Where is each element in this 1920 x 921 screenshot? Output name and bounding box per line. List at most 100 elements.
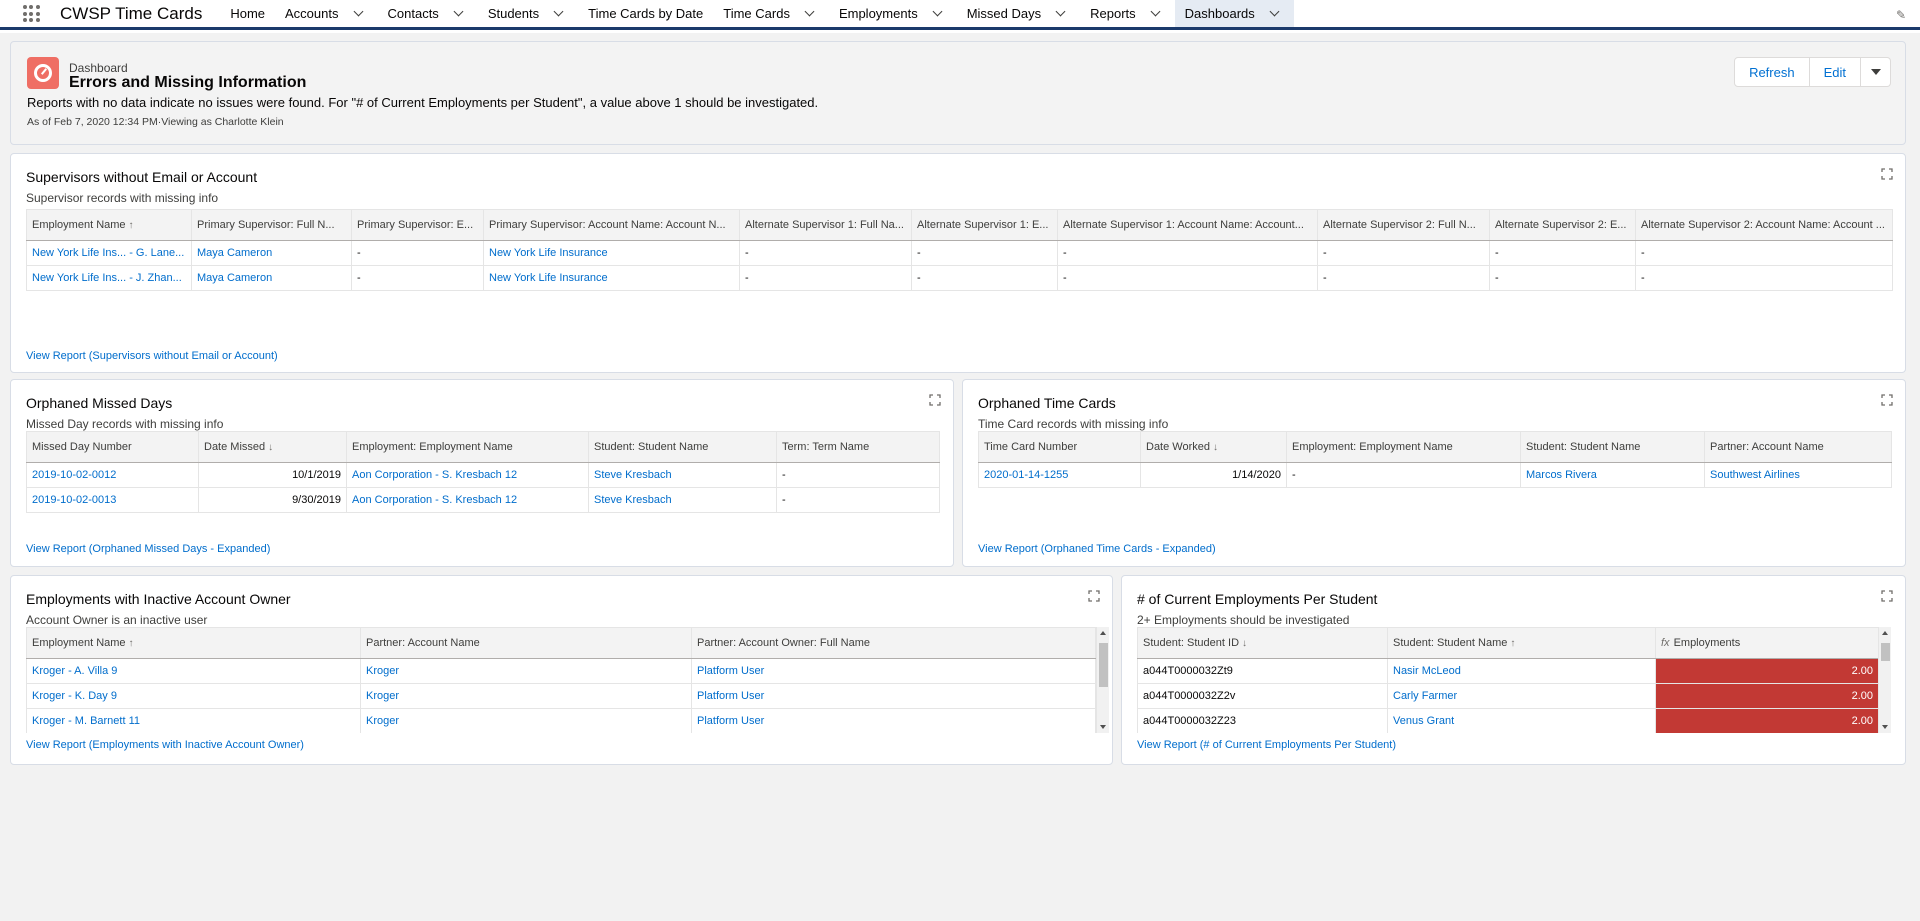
table-cell-link[interactable]: Aon Corporation - S. Kresbach 12 bbox=[346, 462, 589, 488]
column-header[interactable]: Employment Name ↑ bbox=[26, 209, 192, 241]
table-cell-link[interactable]: Nasir McLeod bbox=[1387, 658, 1656, 684]
nav-item-accounts[interactable]: Accounts bbox=[275, 0, 377, 27]
column-header[interactable]: Missed Day Number bbox=[26, 431, 199, 463]
nav-item-time-cards[interactable]: Time Cards bbox=[713, 0, 829, 27]
column-header[interactable]: Alternate Supervisor 2: Full N... bbox=[1317, 209, 1490, 241]
column-header[interactable]: Date Missed ↓ bbox=[198, 431, 347, 463]
column-header[interactable]: Alternate Supervisor 2: E... bbox=[1489, 209, 1636, 241]
table-cell-link[interactable]: Kroger - A. Villa 9 bbox=[26, 658, 361, 684]
column-header[interactable]: Partner: Account Owner: Full Name bbox=[691, 627, 1096, 659]
table-cell-link[interactable]: Kroger bbox=[360, 683, 692, 709]
view-report-link[interactable]: View Report (Orphaned Missed Days - Expa… bbox=[26, 543, 270, 555]
chevron-down-icon[interactable] bbox=[453, 6, 464, 17]
expand-icon[interactable] bbox=[1881, 590, 1893, 602]
nav-item-home[interactable]: Home bbox=[220, 0, 275, 27]
table-cell-link[interactable]: Maya Cameron bbox=[191, 240, 352, 266]
vertical-scrollbar[interactable] bbox=[1096, 627, 1109, 733]
column-header[interactable]: Partner: Account Name bbox=[1704, 431, 1892, 463]
table-cell-link[interactable]: New York Life Insurance bbox=[483, 265, 740, 291]
column-header[interactable]: Student: Student Name bbox=[1520, 431, 1705, 463]
table-cell-link[interactable]: Kroger bbox=[360, 658, 692, 684]
table-cell-link[interactable]: New York Life Ins... - J. Zhan... bbox=[26, 265, 192, 291]
table-cell-link[interactable]: Maya Cameron bbox=[191, 265, 352, 291]
column-header[interactable]: Primary Supervisor: Account Name: Accoun… bbox=[483, 209, 740, 241]
table-cell-link[interactable]: Venus Grant bbox=[1387, 708, 1656, 733]
scroll-down-icon[interactable] bbox=[1882, 725, 1888, 729]
column-header[interactable]: Alternate Supervisor 1: Full Na... bbox=[739, 209, 912, 241]
nav-item-contacts[interactable]: Contacts bbox=[378, 0, 478, 27]
nav-item-label: Employments bbox=[838, 6, 918, 21]
table-cell-link[interactable]: 2019-10-02-0013 bbox=[26, 487, 199, 513]
view-report-link[interactable]: View Report (Supervisors without Email o… bbox=[26, 350, 278, 362]
nav-item-label: Missed Days bbox=[966, 6, 1042, 21]
column-header[interactable]: Date Worked ↓ bbox=[1140, 431, 1287, 463]
nav-item-employments[interactable]: Employments bbox=[829, 0, 957, 27]
table-cell-link[interactable]: Steve Kresbach bbox=[588, 487, 777, 513]
column-header[interactable]: Student: Student Name bbox=[588, 431, 777, 463]
expand-icon[interactable] bbox=[1881, 394, 1893, 406]
nav-item-reports[interactable]: Reports bbox=[1080, 0, 1175, 27]
chevron-down-icon[interactable] bbox=[553, 6, 564, 17]
table-cell-link[interactable]: Kroger - K. Day 9 bbox=[26, 683, 361, 709]
table-cell-link[interactable]: Platform User bbox=[691, 658, 1096, 684]
chevron-down-icon[interactable] bbox=[932, 6, 943, 17]
table-cell: - bbox=[911, 240, 1058, 266]
expand-icon[interactable] bbox=[1881, 168, 1893, 180]
pencil-icon[interactable]: ✎ bbox=[1896, 8, 1906, 22]
expand-icon[interactable] bbox=[929, 394, 941, 406]
table-cell: 2.00 bbox=[1655, 708, 1879, 733]
chevron-down-icon[interactable] bbox=[353, 6, 363, 17]
column-header[interactable]: Alternate Supervisor 1: E... bbox=[911, 209, 1058, 241]
table-scroll-area[interactable]: Employment Name ↑ Partner: Account Name Par… bbox=[26, 627, 1109, 733]
scroll-up-icon[interactable] bbox=[1100, 631, 1106, 635]
scroll-up-icon[interactable] bbox=[1882, 631, 1888, 635]
column-header[interactable]: Partner: Account Name bbox=[360, 627, 692, 659]
table-cell-link[interactable]: Southwest Airlines bbox=[1704, 462, 1892, 488]
view-report-link[interactable]: View Report (Employments with Inactive A… bbox=[26, 739, 304, 751]
app-launcher-button[interactable] bbox=[16, 0, 46, 27]
table-cell-link[interactable]: Marcos Rivera bbox=[1520, 462, 1705, 488]
column-header[interactable]: Alternate Supervisor 2: Account Name: Ac… bbox=[1635, 209, 1893, 241]
table-cell-link[interactable]: Carly Farmer bbox=[1387, 683, 1656, 709]
table-scroll-area[interactable]: Student: Student ID ↓ Student: Student Nam… bbox=[1137, 627, 1891, 733]
more-actions-button[interactable] bbox=[1861, 57, 1891, 87]
scroll-down-icon[interactable] bbox=[1100, 725, 1106, 729]
table-cell-link[interactable]: Platform User bbox=[691, 683, 1096, 709]
chevron-down-icon[interactable] bbox=[804, 6, 815, 17]
nav-item-time-cards-by-date[interactable]: Time Cards by Date bbox=[578, 0, 713, 27]
table-cell-link[interactable]: Steve Kresbach bbox=[588, 462, 777, 488]
expand-icon[interactable] bbox=[1088, 590, 1100, 602]
nav-item-missed-days[interactable]: Missed Days bbox=[957, 0, 1080, 27]
table-cell-link[interactable]: 2020-01-14-1255 bbox=[978, 462, 1141, 488]
view-report-link[interactable]: View Report (Orphaned Time Cards - Expan… bbox=[978, 543, 1216, 555]
vertical-scrollbar[interactable] bbox=[1878, 627, 1891, 733]
report-table: Student: Student ID ↓ Student: Student Nam… bbox=[1137, 627, 1879, 733]
column-header[interactable]: Employment: Employment Name bbox=[1286, 431, 1521, 463]
column-header[interactable]: Student: Student ID ↓ bbox=[1137, 627, 1388, 659]
column-header[interactable]: Time Card Number bbox=[978, 431, 1141, 463]
column-header[interactable]: Student: Student Name ↑ bbox=[1387, 627, 1656, 659]
table-cell-link[interactable]: 2019-10-02-0012 bbox=[26, 462, 199, 488]
column-header[interactable]: Employment: Employment Name bbox=[346, 431, 589, 463]
column-header[interactable]: Term: Term Name bbox=[776, 431, 940, 463]
column-header[interactable]: Primary Supervisor: Full N... bbox=[191, 209, 352, 241]
column-header[interactable]: Employment Name ↑ bbox=[26, 627, 361, 659]
edit-button[interactable]: Edit bbox=[1809, 57, 1861, 87]
table-cell-link[interactable]: Kroger - M. Barnett 11 bbox=[26, 708, 361, 733]
table-cell-link[interactable]: Platform User bbox=[691, 708, 1096, 733]
refresh-button[interactable]: Refresh bbox=[1734, 57, 1810, 87]
table-cell: - bbox=[1057, 265, 1318, 291]
column-header[interactable]: Alternate Supervisor 1: Account Name: Ac… bbox=[1057, 209, 1318, 241]
table-cell-link[interactable]: New York Life Insurance bbox=[483, 240, 740, 266]
column-header[interactable]: fx Employments bbox=[1655, 627, 1879, 659]
chevron-down-icon[interactable] bbox=[1055, 6, 1066, 17]
table-cell-link[interactable]: Aon Corporation - S. Kresbach 12 bbox=[346, 487, 589, 513]
nav-item-dashboards[interactable]: Dashboards bbox=[1174, 0, 1294, 27]
column-header[interactable]: Primary Supervisor: E... bbox=[351, 209, 484, 241]
table-cell-link[interactable]: Kroger bbox=[360, 708, 692, 733]
chevron-down-icon[interactable] bbox=[1150, 6, 1161, 17]
nav-item-students[interactable]: Students bbox=[478, 0, 578, 27]
table-cell-link[interactable]: New York Life Ins... - G. Lane... bbox=[26, 240, 192, 266]
view-report-link[interactable]: View Report (# of Current Employments Pe… bbox=[1137, 739, 1396, 751]
chevron-down-icon[interactable] bbox=[1269, 6, 1280, 17]
